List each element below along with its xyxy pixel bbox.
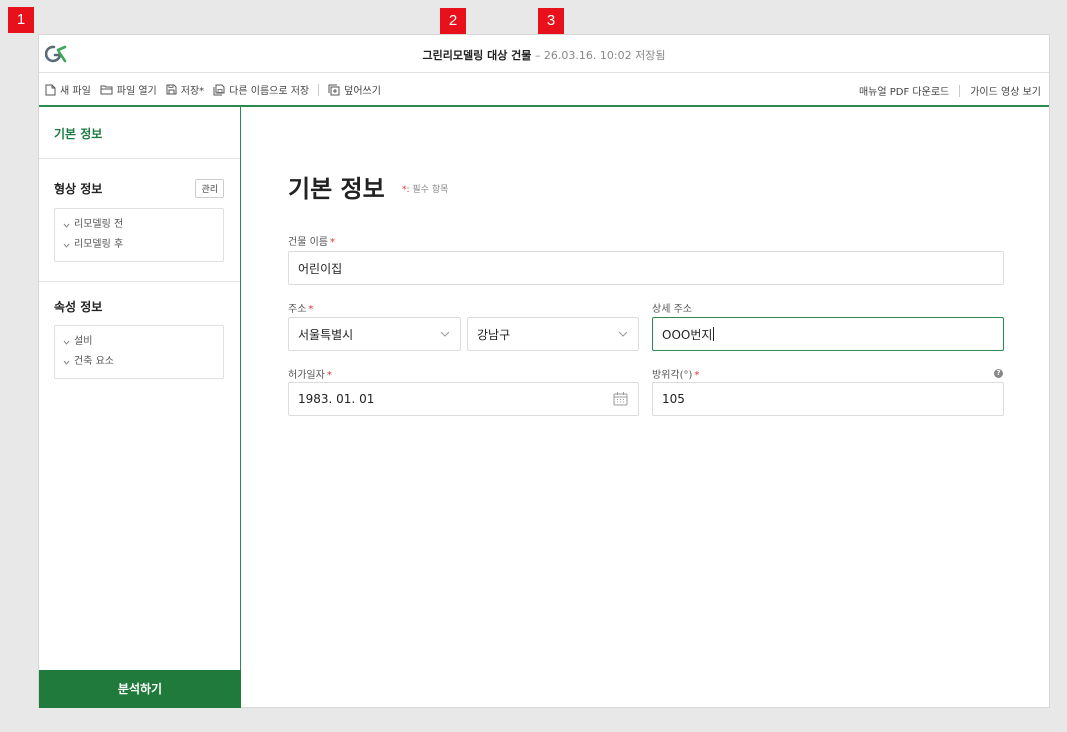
- required-note-mark: *:: [402, 185, 410, 195]
- help-icon[interactable]: ?: [994, 369, 1003, 378]
- address-label: 주소 *: [288, 304, 314, 315]
- text-cursor: [713, 327, 715, 341]
- calendar-icon[interactable]: [613, 391, 628, 406]
- folder-icon: [100, 84, 113, 95]
- file-icon: [45, 84, 56, 96]
- toolbar: 새 파일 파일 열기 저장* 다른 이름으로 저장 덮어쓰기 매뉴얼 PDF 다…: [39, 73, 1049, 107]
- chevron-down-icon: [63, 223, 70, 228]
- shape-info-tree: 리모델링 전 리모델링 후: [54, 208, 224, 262]
- chevron-down-icon: [440, 328, 450, 338]
- guide-video-link[interactable]: 가이드 영상 보기: [970, 83, 1041, 98]
- open-file-button[interactable]: 파일 열기: [100, 82, 157, 97]
- tree-item-building-elements[interactable]: 건축 요소: [63, 352, 215, 372]
- toolbar-right-divider: [959, 84, 961, 97]
- tree-item-equipment[interactable]: 설비: [63, 332, 215, 352]
- save-as-label: 다른 이름으로 저장: [229, 86, 310, 97]
- chevron-down-icon: [63, 243, 70, 248]
- tree-item-label: 건축 요소: [74, 356, 114, 367]
- manual-pdf-link[interactable]: 매뉴얼 PDF 다운로드: [859, 83, 949, 98]
- project-name: 그린리모델링 대상 건물: [422, 49, 532, 62]
- tree-item-label: 리모델링 전: [74, 219, 124, 230]
- overwrite-icon: [328, 84, 340, 96]
- marker-2: 2: [440, 8, 466, 34]
- building-name-label: 건물 이름 *: [288, 237, 335, 248]
- azimuth-value: 105: [662, 392, 685, 406]
- tree-item-label: 리모델링 후: [74, 239, 124, 250]
- permit-date-value: 1983. 01. 01: [298, 392, 375, 406]
- marker-3: 3: [538, 8, 564, 34]
- page-title: 기본 정보: [288, 175, 385, 203]
- attr-info-title: 속성 정보: [54, 300, 103, 314]
- shape-info-title: 형상 정보: [54, 182, 103, 196]
- marker-1: 1: [8, 7, 34, 33]
- sidebar-item-basic-info[interactable]: 기본 정보: [39, 107, 240, 159]
- tree-item-label: 설비: [74, 336, 93, 347]
- manage-button[interactable]: 관리: [195, 179, 224, 198]
- city-select[interactable]: 서울특별시: [288, 317, 461, 351]
- save-button[interactable]: 저장*: [166, 82, 204, 97]
- detail-address-input[interactable]: OOO번지: [652, 317, 1004, 351]
- app-window: 그린리모델링 대상 건물 – 26.03.16. 10:02 저장됨 새 파일 …: [38, 34, 1050, 708]
- city-value: 서울특별시: [298, 327, 354, 342]
- attr-info-section: 속성 정보 설비 건축 요소: [39, 282, 240, 379]
- permit-date-input[interactable]: 1983. 01. 01: [288, 382, 639, 416]
- save-icon: [166, 84, 177, 95]
- save-as-icon: [213, 84, 225, 96]
- overwrite-button[interactable]: 덮어쓰기: [328, 82, 381, 97]
- tree-item-before-remodel[interactable]: 리모델링 전: [63, 215, 215, 235]
- chevron-down-icon: [618, 328, 628, 338]
- azimuth-input[interactable]: 105: [652, 382, 1004, 416]
- document-title: 그린리모델링 대상 건물 – 26.03.16. 10:02 저장됨: [39, 47, 1049, 63]
- open-file-label: 파일 열기: [116, 86, 157, 97]
- district-value: 강남구: [477, 327, 511, 342]
- new-file-label: 새 파일: [60, 86, 91, 97]
- shape-info-section: 형상 정보 관리 리모델링 전 리모델링 후: [39, 159, 240, 282]
- tree-item-after-remodel[interactable]: 리모델링 후: [63, 235, 215, 255]
- save-label: 저장*: [180, 86, 205, 97]
- save-as-button[interactable]: 다른 이름으로 저장: [213, 82, 309, 97]
- new-file-button[interactable]: 새 파일: [45, 82, 91, 97]
- attr-info-tree: 설비 건축 요소: [54, 325, 224, 379]
- title-bar: 그린리모델링 대상 건물 – 26.03.16. 10:02 저장됨: [39, 35, 1049, 73]
- permit-date-label: 허가일자 *: [288, 370, 332, 381]
- district-select[interactable]: 강남구: [467, 317, 639, 351]
- azimuth-label: 방위각(°) *: [652, 370, 700, 381]
- building-name-value: 어린이집: [298, 261, 343, 276]
- building-name-input[interactable]: 어린이집: [288, 251, 1004, 285]
- saved-status: 26.03.16. 10:02 저장됨: [543, 49, 666, 62]
- chevron-down-icon: [63, 360, 70, 365]
- analyze-button[interactable]: 분석하기: [39, 670, 241, 708]
- detail-address-value: OOO번지: [662, 327, 713, 342]
- required-note: *: 필수 항목: [402, 182, 448, 195]
- sidebar: 기본 정보 형상 정보 관리 리모델링 전 리모델링 후 속성 정보 설비 건축…: [39, 107, 241, 708]
- chevron-down-icon: [63, 340, 70, 345]
- toolbar-divider: [318, 83, 320, 96]
- main-form: 기본 정보 *: 필수 항목 건물 이름 * 어린이집 주소 * 서울특별시 강남구…: [242, 107, 1049, 708]
- required-note-text: 필수 항목: [412, 185, 449, 195]
- title-separator: –: [534, 49, 541, 62]
- overwrite-label: 덮어쓰기: [344, 86, 381, 97]
- detail-address-label: 상세 주소: [652, 304, 692, 315]
